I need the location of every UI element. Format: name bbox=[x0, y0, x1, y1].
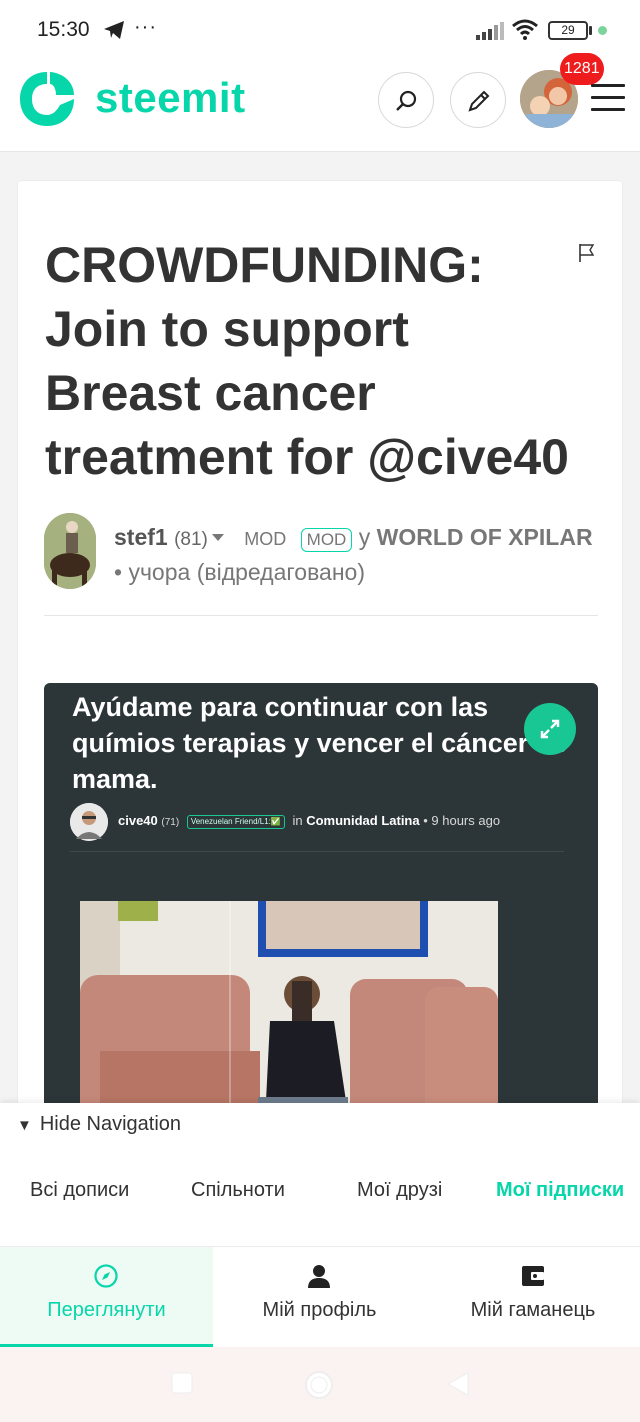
post-card: CROWDFUNDING: Join to support Breast can… bbox=[17, 180, 623, 1181]
author-avatar[interactable] bbox=[44, 513, 96, 589]
telegram-icon bbox=[104, 21, 124, 39]
author-name[interactable]: stef1 bbox=[114, 524, 168, 550]
wallet-icon bbox=[522, 1266, 544, 1286]
notification-badge[interactable]: 1281 bbox=[560, 53, 604, 85]
community-link[interactable]: WORLD OF XPILAR bbox=[377, 524, 593, 550]
steemit-logo-icon[interactable] bbox=[16, 68, 78, 130]
embed-divider bbox=[70, 851, 564, 852]
status-time: 15:30 bbox=[37, 18, 90, 41]
tab-bar: Переглянути Мій профіль Мій гаманець bbox=[0, 1246, 640, 1347]
pencil-icon bbox=[468, 90, 490, 112]
flag-icon[interactable] bbox=[578, 243, 596, 263]
indicator-dot bbox=[598, 26, 607, 35]
embed-author-reputation: (71) bbox=[161, 817, 180, 828]
back-icon[interactable] bbox=[446, 1371, 470, 1397]
bottom-navigation: ▼ Hide Navigation Всі дописи Спільноти Мо… bbox=[0, 1103, 640, 1347]
hamburger-menu-icon[interactable] bbox=[591, 84, 625, 114]
wifi-icon bbox=[512, 19, 538, 40]
embed-author-name: cive40 bbox=[118, 813, 158, 828]
embed-in-word: in bbox=[292, 813, 303, 828]
author-meta: stef1 (81) MOD MOD у WORLD OF XPILAR • у… bbox=[114, 521, 604, 588]
nav-link-communities[interactable]: Спільноти bbox=[191, 1179, 285, 1202]
author-avatar-image bbox=[44, 513, 96, 589]
embed-author-tag: Venezuelan Friend/L1:✅ bbox=[186, 814, 285, 829]
battery-icon: 29 bbox=[548, 21, 588, 40]
tab-profile-label: Мій профіль bbox=[262, 1299, 377, 1321]
author-reputation: (81) bbox=[174, 529, 208, 550]
hide-navigation-label: Hide Navigation bbox=[39, 1113, 182, 1135]
battery-tip bbox=[589, 26, 592, 35]
nav-link-subscriptions[interactable]: Мої підписки bbox=[496, 1179, 624, 1202]
system-navigation-bar bbox=[0, 1347, 640, 1422]
embed-avatar-image bbox=[70, 803, 108, 841]
post-time: учора (відредаговано) bbox=[128, 559, 365, 585]
post-title: CROWDFUNDING: Join to support Breast can… bbox=[45, 237, 569, 485]
logo-text[interactable]: steemit bbox=[95, 74, 246, 122]
in-word: у bbox=[358, 524, 371, 550]
embed-author-avatar bbox=[70, 803, 108, 841]
expand-image-button[interactable] bbox=[524, 703, 576, 755]
status-bar: 15:30 ··· 29 bbox=[0, 0, 640, 60]
embed-meta: cive40 (71) Venezuelan Friend/L1:✅ in Co… bbox=[118, 801, 500, 843]
search-button[interactable] bbox=[378, 72, 434, 128]
post-author-row: stef1 (81) MOD MOD у WORLD OF XPILAR • у… bbox=[44, 509, 604, 589]
app-header: steemit 1281 bbox=[0, 53, 640, 152]
tab-explore-label: Переглянути bbox=[47, 1299, 166, 1321]
search-icon bbox=[396, 90, 417, 111]
embed-community: Comunidad Latina bbox=[306, 813, 420, 828]
mod-badge: MOD bbox=[300, 528, 353, 552]
divider bbox=[44, 615, 598, 616]
expand-icon bbox=[540, 719, 560, 739]
author-dropdown-icon[interactable] bbox=[211, 533, 224, 541]
signal-icon bbox=[476, 22, 504, 40]
tab-profile[interactable]: Мій профіль bbox=[213, 1247, 426, 1347]
hide-navigation-toggle[interactable]: ▼ Hide Navigation bbox=[17, 1113, 181, 1136]
mod-label: MOD bbox=[244, 529, 287, 549]
tab-wallet-label: Мій гаманець bbox=[470, 1299, 596, 1321]
embed-time: • 9 hours ago bbox=[423, 813, 501, 828]
home-icon[interactable] bbox=[303, 1371, 335, 1403]
more-notifications-icon: ··· bbox=[134, 16, 157, 38]
tab-explore[interactable]: Переглянути bbox=[0, 1247, 213, 1347]
tab-wallet[interactable]: Мій гаманець bbox=[426, 1247, 640, 1347]
nav-link-friends[interactable]: Мої друзі bbox=[357, 1179, 442, 1202]
recent-apps-icon[interactable] bbox=[170, 1371, 194, 1395]
embed-author-row: cive40 (71) Venezuelan Friend/L1:✅ in Co… bbox=[70, 801, 580, 841]
new-post-button[interactable] bbox=[450, 72, 506, 128]
nav-links: Всі дописи Спільноти Мої друзі Мої підпи… bbox=[0, 1179, 640, 1211]
nav-link-all-posts[interactable]: Всі дописи bbox=[30, 1179, 129, 1202]
collapse-triangle-icon: ▼ bbox=[17, 1117, 32, 1134]
compass-icon bbox=[94, 1264, 118, 1288]
embed-title: Ayúdame para continuar con las químios t… bbox=[72, 692, 568, 794]
profile-icon bbox=[308, 1265, 330, 1288]
meta-separator: • bbox=[114, 559, 123, 585]
